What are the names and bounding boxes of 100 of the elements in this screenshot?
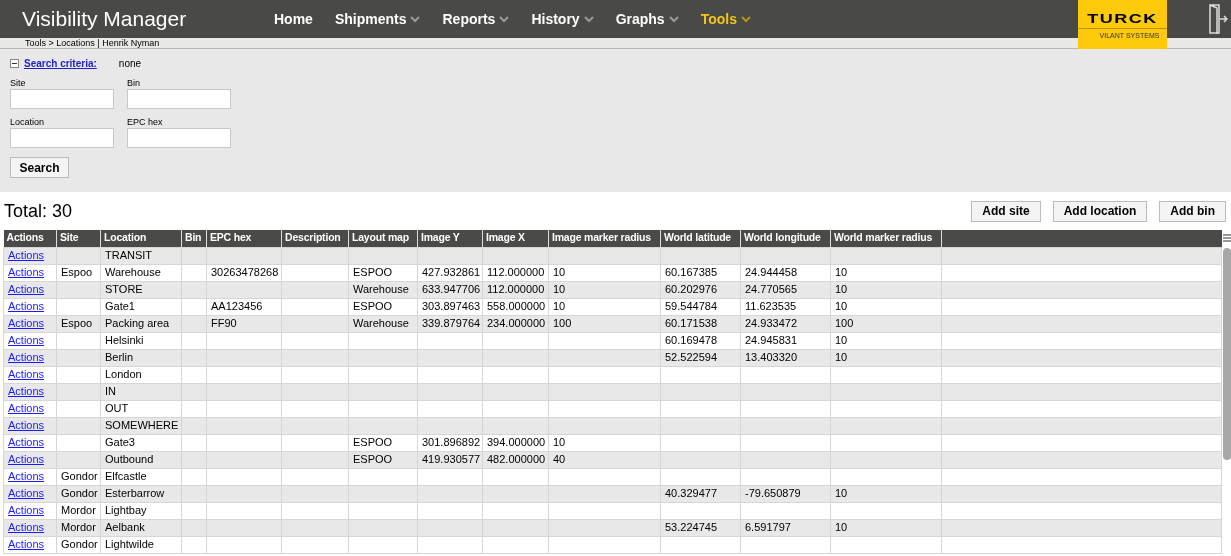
table-cell: 10: [835, 300, 848, 312]
table-cell: Helsinki: [105, 334, 144, 346]
table-cell: 40.329477: [665, 487, 717, 499]
input-field[interactable]: [10, 128, 114, 148]
table-cell: Gate1: [105, 300, 135, 312]
table-cell: 100: [835, 317, 854, 329]
action-button[interactable]: Add site: [971, 200, 1041, 222]
table-cell: Espoo: [61, 266, 93, 278]
field-label: Bin: [127, 77, 141, 89]
table-cell: Espoo: [61, 317, 93, 329]
table-cell: STORE: [105, 283, 143, 295]
field-label: Site: [10, 77, 27, 89]
table-cell: 52.522594: [665, 351, 717, 363]
table-cell: 6.591797: [745, 521, 791, 533]
table-cell: Esterbarrow: [105, 487, 165, 499]
search-button[interactable]: Search: [10, 157, 69, 178]
table-cell: 53.224745: [665, 521, 717, 533]
column-header: Location: [100, 230, 182, 247]
column-header: Image Y: [417, 230, 483, 247]
column-header: Bin: [181, 230, 207, 247]
table-cell: 10: [553, 266, 566, 278]
table-cell: 60.169478: [665, 334, 717, 346]
column-header: Image marker radius: [548, 230, 661, 247]
table-cell: 339.879764: [422, 317, 481, 329]
input-field[interactable]: [127, 89, 231, 109]
table-cell: Mordor: [61, 521, 96, 533]
input-field[interactable]: [10, 89, 114, 109]
column-header: EPC hex: [206, 230, 282, 247]
search-criteria-link[interactable]: Search criteria:: [24, 55, 97, 71]
table-cell: 24.945831: [745, 334, 797, 346]
action-button[interactable]: Add bin: [1159, 200, 1226, 222]
chevron-down-icon: [583, 15, 594, 23]
exit-door-icon[interactable]: [1208, 3, 1228, 35]
chevron-down-icon: [668, 15, 679, 23]
table-cell: Gondor: [61, 487, 98, 499]
table-cell: -79.650879: [745, 487, 801, 499]
table-cell: 24.944458: [745, 266, 797, 278]
nav-item[interactable]: Shipments: [334, 8, 421, 30]
table-cell: 13.403320: [745, 351, 797, 363]
table-cell: 10: [835, 266, 848, 278]
table-cell: 427.932861: [422, 266, 481, 278]
column-header: World longitude: [740, 230, 831, 247]
nav-item[interactable]: Tools: [700, 8, 751, 30]
table-cell: Lightwilde: [105, 538, 154, 550]
table-cell: 394.000000: [487, 436, 546, 448]
column-header: Actions: [3, 230, 57, 247]
table-cell: ESPOO: [353, 436, 393, 448]
nav-item[interactable]: Reports: [442, 8, 510, 30]
table-cell: 30263478268: [211, 266, 279, 278]
table-cell: Gondor: [61, 470, 98, 482]
table-cell: 24.770565: [745, 283, 797, 295]
table-cell: 419.930577: [422, 453, 481, 465]
breadcrumb: Tools > Locations | Henrik Nyman: [25, 38, 160, 48]
column-header: World latitude: [660, 230, 741, 247]
table-cell: Packing area: [105, 317, 170, 329]
nav-item[interactable]: Home: [274, 8, 313, 30]
table-cell: 11.623535: [745, 300, 797, 312]
table-cell: 303.897463: [422, 300, 481, 312]
column-header: World marker radius: [830, 230, 942, 247]
chevron-down-icon: [499, 15, 510, 23]
table-cell: 10: [553, 300, 566, 312]
table-cell: 60.171538: [665, 317, 717, 329]
table-cell: Mordor: [61, 504, 96, 516]
input-field[interactable]: [127, 128, 231, 148]
table-cell: Outbound: [105, 453, 154, 465]
column-header: Site: [56, 230, 101, 247]
table-cell: 558.000000: [487, 300, 546, 312]
table-cell: ESPOO: [353, 266, 393, 278]
total-count: Total: 30: [4, 199, 73, 223]
nav-item[interactable]: History: [531, 8, 594, 30]
column-header: Image X: [482, 230, 549, 247]
app-title: Visibility Manager: [22, 6, 188, 33]
table-cell: Berlin: [105, 351, 134, 363]
nav-item[interactable]: Graphs: [615, 8, 679, 30]
table-cell: Warehouse: [353, 317, 409, 329]
menu-icon[interactable]: [1222, 234, 1231, 242]
table-cell: 59.544784: [665, 300, 717, 312]
table-cell: Gondor: [61, 538, 98, 550]
table-cell: 24.933472: [745, 317, 797, 329]
table-cell: 10: [835, 351, 848, 363]
table-cell: Gate3: [105, 436, 135, 448]
table-cell: Aelbank: [105, 521, 145, 533]
table-cell: 10: [835, 487, 848, 499]
table-cell: Warehouse: [105, 266, 161, 278]
table-cell: 10: [835, 521, 848, 533]
table-cell: London: [105, 368, 142, 380]
table-cell: AA123456: [211, 300, 263, 312]
table-cell: 112.000000: [487, 283, 545, 295]
chevron-down-icon: [740, 15, 751, 23]
criteria-summary: none: [118, 56, 142, 71]
table-cell: 10: [553, 283, 566, 295]
action-button[interactable]: Add location: [1052, 200, 1148, 222]
scrollbar-thumb[interactable]: [1222, 248, 1231, 460]
table-cell: 10: [835, 283, 848, 295]
table-cell: 10: [835, 334, 848, 346]
table-cell: 100: [553, 317, 572, 329]
table-cell: 40: [553, 453, 566, 465]
table-cell: 10: [553, 436, 566, 448]
collapse-toggle[interactable]: [10, 58, 19, 68]
table-cell: IN: [105, 385, 116, 397]
